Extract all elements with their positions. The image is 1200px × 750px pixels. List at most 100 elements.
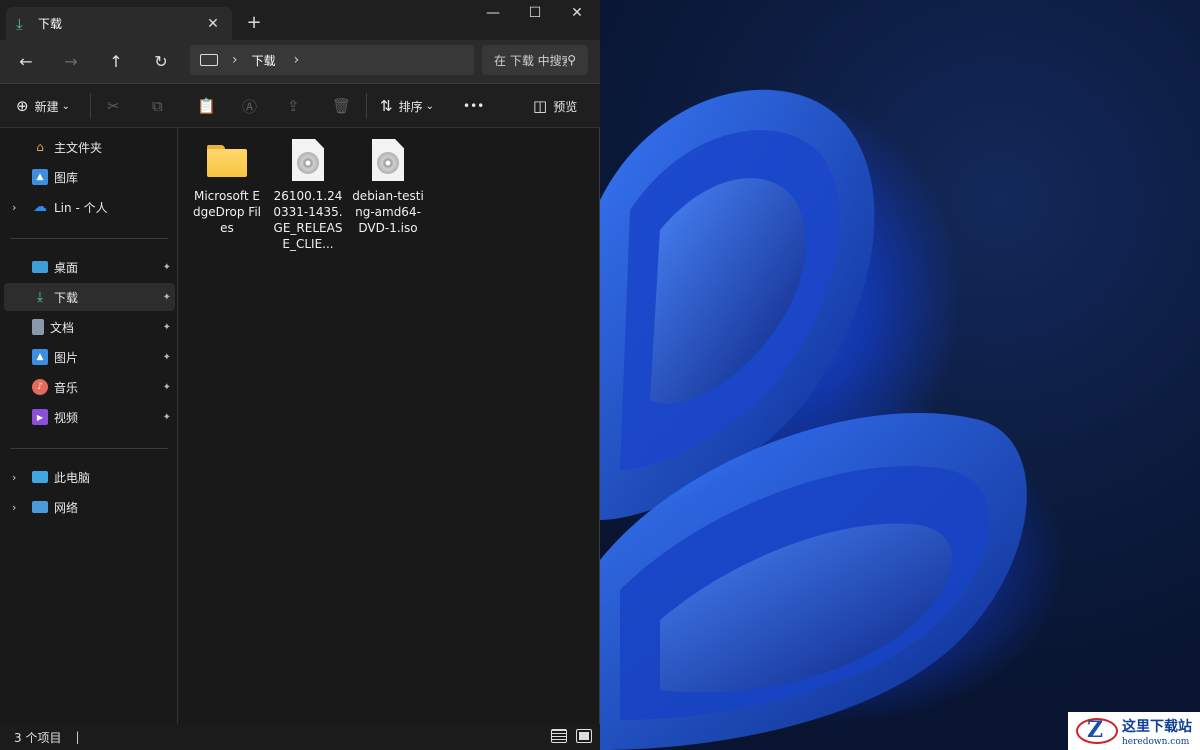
close-window-button[interactable]: ✕: [562, 5, 592, 21]
minimize-button[interactable]: —: [478, 5, 508, 21]
share-icon: ⇪: [287, 97, 300, 115]
rename-button[interactable]: Ⓐ: [242, 84, 263, 128]
status-separator: |: [75, 730, 80, 744]
item-count: 3 个项目: [14, 730, 62, 745]
sidebar-item-music[interactable]: ♪ 音乐 ✦: [4, 373, 175, 401]
sidebar-item-downloads[interactable]: ⤓ 下载 ✦: [4, 283, 175, 311]
preview-label: 预览: [553, 99, 578, 114]
preview-pane-icon: ◫: [533, 97, 548, 115]
breadcrumb-chevron-icon[interactable]: ›: [294, 52, 300, 68]
folder-icon: [207, 136, 247, 184]
sidebar-item-label: 桌面: [54, 260, 79, 275]
delete-button[interactable]: 🗑: [332, 84, 357, 128]
sidebar-item-documents[interactable]: 文档 ✦: [4, 313, 175, 341]
breadcrumb-chevron-icon[interactable]: ›: [232, 52, 238, 68]
file-name: 26100.1.240331-1435.GE_RELEASE_CLIE...: [273, 189, 343, 251]
sidebar-item-videos[interactable]: ▶ 视频 ✦: [4, 403, 175, 431]
tiles-view-button[interactable]: [576, 729, 592, 743]
file-name: debian-testing-amd64-DVD-1.iso: [352, 189, 424, 235]
expand-chevron-icon[interactable]: ›: [12, 471, 16, 484]
sidebar-item-label: 下载: [54, 290, 79, 305]
expand-chevron-icon[interactable]: ›: [12, 501, 16, 514]
watermark-title: 这里下载站: [1122, 718, 1192, 735]
rename-icon: Ⓐ: [242, 97, 258, 116]
sidebar-item-label: 图库: [54, 170, 79, 185]
new-icon: ⊕: [16, 97, 29, 115]
sidebar-item-home[interactable]: ⌂ 主文件夹: [4, 133, 175, 161]
videos-icon: ▶: [32, 409, 48, 425]
search-placeholder: 在 下载 中搜索: [494, 53, 568, 68]
this-pc-icon: [200, 54, 218, 66]
file-list-area: Microsoft EdgeDrop Files 26100.1.240331-…: [178, 128, 599, 724]
refresh-button[interactable]: ↻: [149, 50, 173, 74]
download-icon: ⤓: [36, 289, 44, 305]
site-watermark: Z 这里下载站 heredown.com: [1068, 712, 1200, 750]
toolbar-divider: [366, 93, 367, 119]
music-icon: ♪: [32, 379, 48, 395]
tab-close-icon[interactable]: ✕: [204, 16, 222, 32]
sidebar-item-label: 音乐: [54, 380, 79, 395]
sidebar-item-label: 图片: [54, 350, 79, 365]
cut-icon: ✂: [107, 97, 120, 115]
pin-icon[interactable]: ✦: [163, 352, 171, 363]
sidebar-item-label: 此电脑: [54, 470, 91, 485]
file-item[interactable]: Microsoft EdgeDrop Files: [191, 136, 263, 236]
pin-icon[interactable]: ✦: [163, 382, 171, 393]
back-button[interactable]: ←: [14, 50, 38, 74]
expand-chevron-icon[interactable]: ›: [12, 201, 16, 214]
sidebar-item-label: Lin - 个人: [54, 200, 108, 215]
sort-button[interactable]: ⇅ 排序 ⌄: [380, 84, 434, 128]
sidebar-item-network[interactable]: › 网络: [4, 493, 175, 521]
share-button[interactable]: ⇪: [287, 84, 306, 128]
watermark-logo-icon: Z: [1074, 716, 1120, 746]
gallery-icon: ▲: [32, 169, 48, 185]
forward-button[interactable]: →: [59, 50, 83, 74]
this-pc-icon: [32, 471, 48, 483]
sidebar-item-desktop[interactable]: 桌面 ✦: [4, 253, 175, 281]
desktop-icon: [32, 261, 48, 273]
sidebar-item-this-pc[interactable]: › 此电脑: [4, 463, 175, 491]
preview-button[interactable]: ◫ 预览: [533, 84, 577, 128]
more-options-button[interactable]: •••: [463, 84, 484, 128]
paste-icon: 📋: [197, 97, 216, 115]
disc-image-icon: [372, 136, 404, 184]
search-box[interactable]: 在 下载 中搜索 ⚲: [482, 45, 588, 75]
wallpaper-bloom: [600, 0, 1200, 750]
navigation-bar: ← → ↑ ↻ › 下载 › 在 下载 中搜索 ⚲: [0, 40, 600, 84]
title-bar: ⤓ 下载 ✕ + — ☐ ✕: [0, 0, 600, 40]
paste-button[interactable]: 📋: [197, 84, 222, 128]
new-label: 新建: [34, 99, 59, 114]
onedrive-icon: ☁: [33, 199, 47, 215]
maximize-button[interactable]: ☐: [520, 5, 550, 21]
documents-icon: [32, 319, 44, 335]
pin-icon[interactable]: ✦: [163, 292, 171, 303]
sidebar-divider: [10, 238, 168, 239]
file-item[interactable]: debian-testing-amd64-DVD-1.iso: [352, 136, 424, 236]
pin-icon[interactable]: ✦: [163, 322, 171, 333]
disc-image-icon: [292, 136, 324, 184]
sidebar-item-label: 视频: [54, 410, 79, 425]
address-bar[interactable]: › 下载 ›: [190, 45, 474, 75]
watermark-subtitle: heredown.com: [1122, 736, 1190, 747]
chevron-down-icon: ⌄: [61, 100, 70, 112]
download-icon: ⤓: [16, 14, 23, 33]
sort-icon: ⇅: [380, 97, 393, 115]
new-tab-button[interactable]: +: [244, 12, 264, 33]
breadcrumb-downloads[interactable]: 下载: [252, 52, 276, 69]
new-button[interactable]: ⊕ 新建 ⌄: [16, 84, 70, 128]
up-button[interactable]: ↑: [104, 50, 128, 74]
tab-downloads[interactable]: ⤓ 下载 ✕: [6, 7, 232, 40]
cut-button[interactable]: ✂: [107, 84, 126, 128]
sidebar-item-gallery[interactable]: ▲ 图库: [4, 163, 175, 191]
file-name: Microsoft EdgeDrop Files: [193, 189, 261, 235]
toolbar-divider: [90, 93, 91, 119]
copy-button[interactable]: ⧉: [152, 84, 169, 128]
pin-icon[interactable]: ✦: [163, 412, 171, 423]
sidebar-item-onedrive[interactable]: › ☁ Lin - 个人: [4, 193, 175, 221]
details-view-button[interactable]: [551, 729, 567, 743]
home-icon: ⌂: [36, 140, 44, 154]
more-icon: •••: [463, 99, 485, 113]
pin-icon[interactable]: ✦: [163, 262, 171, 273]
file-item[interactable]: 26100.1.240331-1435.GE_RELEASE_CLIE...: [272, 136, 344, 252]
sidebar-item-pictures[interactable]: ▲ 图片 ✦: [4, 343, 175, 371]
